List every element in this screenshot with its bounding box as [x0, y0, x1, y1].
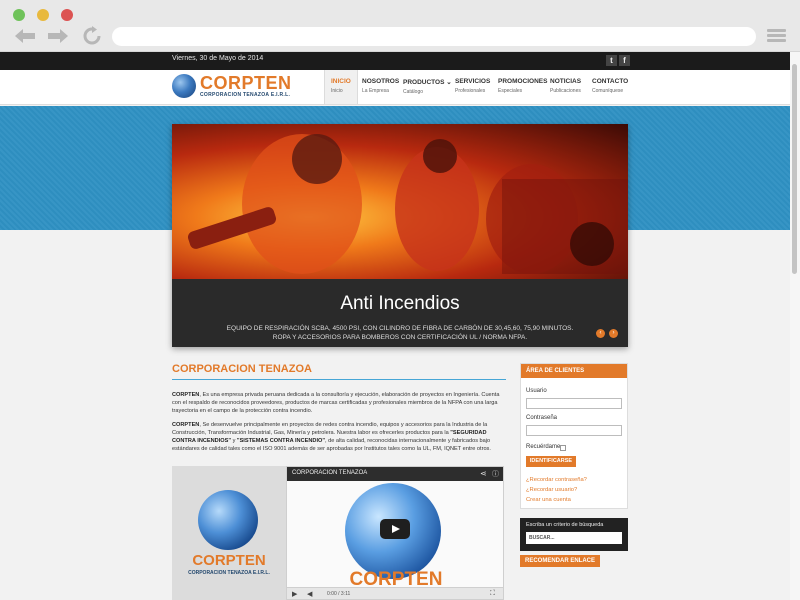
paragraph-text: , Se desenvuelve principalmente en proye…	[172, 422, 488, 436]
nav-label: INICIO	[331, 78, 351, 85]
firefighters-image	[172, 124, 628, 279]
nav-item-servicios[interactable]: SERVICIOS Profesionales	[449, 70, 496, 104]
slide-caption: Anti Incendios EQUIPO DE RESPIRACIÓN SCB…	[172, 279, 628, 347]
address-bar[interactable]	[112, 27, 756, 46]
nav-label: CONTACTO	[592, 78, 629, 85]
nav-item-inicio[interactable]: INICIO Inicio	[324, 70, 358, 104]
recommend-link-button[interactable]: RECOMENDAR ENLACE	[520, 555, 600, 567]
scrollbar-thumb[interactable]	[792, 64, 797, 274]
reload-icon[interactable]	[80, 26, 104, 46]
volume-icon[interactable]: ◀	[307, 590, 312, 598]
forgot-username-link[interactable]: ¿Recordar usuario?	[526, 487, 577, 493]
forward-arrow-icon[interactable]	[46, 26, 70, 46]
search-box: Escriba un criterio de búsqueda BUSCAR..…	[520, 518, 628, 551]
intro-paragraph-1: CORPTEN, Es una empresa privada peruana …	[172, 391, 506, 415]
fullscreen-icon[interactable]: ⛶	[490, 590, 495, 598]
intro-paragraph-2: CORPTEN, Se desenvuelve principalmente e…	[172, 421, 506, 453]
nav-label: PRODUCTOS ⌄	[403, 78, 452, 86]
window-maximize-dot[interactable]	[13, 9, 25, 21]
twitter-icon[interactable]: t	[606, 55, 617, 66]
username-input[interactable]	[526, 398, 622, 409]
slide-desc-line-1: EQUIPO DE RESPIRACIÓN SCBA, 4500 PSI, CO…	[226, 325, 574, 332]
hamburger-menu-icon[interactable]	[767, 29, 786, 43]
media-brand-subtitle: CORPORACION TENAZOA E.I.R.L.	[188, 570, 270, 576]
search-label: Escriba un criterio de búsqueda	[526, 522, 604, 528]
globe-icon	[198, 490, 258, 550]
nav-sublabel: Comuníquese	[592, 88, 624, 94]
nav-sublabel: La Empresa	[362, 88, 389, 94]
logo-text[interactable]: CORPTEN	[200, 73, 292, 94]
slide-title: Anti Incendios	[340, 293, 460, 314]
company-logo-panel: CORPTEN CORPORACION TENAZOA E.I.R.L.	[172, 466, 286, 600]
video-time: 0:00 / 3:11	[327, 591, 351, 597]
highlight-text: "SISTEMAS CONTRA INCENDIO"	[236, 438, 325, 444]
play-control-icon[interactable]: ▶	[292, 590, 297, 598]
date-text: Viernes, 30 de Mayo de 2014	[172, 55, 264, 62]
client-area-title: ÁREA DE CLIENTES	[521, 364, 627, 378]
play-button[interactable]	[380, 519, 410, 539]
nav-label: PROMOCIONES	[498, 78, 548, 85]
paragraph-text: , Es una empresa privada peruana dedicad…	[172, 392, 500, 414]
nav-item-contacto[interactable]: CONTACTO Comuníquese	[586, 70, 634, 104]
brand-name: CORPTEN	[172, 422, 200, 428]
video-controls[interactable]: ▶ ◀ 0:00 / 3:11 ⛶	[287, 587, 503, 599]
info-icon[interactable]: ⓘ	[492, 469, 499, 479]
password-input[interactable]	[526, 425, 622, 436]
website: Viernes, 30 de Mayo de 2014 t f CORPTEN …	[0, 52, 790, 600]
username-label: Usuario	[526, 388, 547, 394]
share-icon[interactable]: ⋖	[480, 469, 487, 478]
nav-sublabel: Profesionales	[455, 88, 486, 94]
nav-label: NOTICIAS	[550, 78, 582, 85]
nav-label-text: PRODUCTOS	[403, 79, 445, 86]
forgot-password-link[interactable]: ¿Recordar contraseña?	[526, 477, 587, 483]
hero-slider[interactable]: Anti Incendios EQUIPO DE RESPIRACIÓN SCB…	[172, 124, 628, 347]
window-close-dot[interactable]	[61, 9, 73, 21]
nav-sublabel: Publicaciones	[550, 88, 581, 94]
video-title: CORPORACION TENAZOA	[292, 470, 368, 476]
create-account-link[interactable]: Crear una cuenta	[526, 497, 571, 503]
title-divider	[172, 379, 506, 380]
back-arrow-icon[interactable]	[13, 26, 37, 46]
slide-desc-line-2: ROPA Y ACCESORIOS PARA BOMBEROS CON CERT…	[272, 334, 528, 341]
logo-subtitle: CORPORACION TENAZOA E.I.R.L.	[200, 92, 291, 98]
browser-chrome	[0, 0, 800, 52]
remember-label: Recuérdame	[526, 444, 561, 450]
search-input[interactable]: BUSCAR...	[526, 532, 622, 544]
slider-next-button[interactable]: ›	[609, 329, 618, 338]
logo-globe-icon[interactable]	[172, 74, 196, 98]
window-minimize-dot[interactable]	[37, 9, 49, 21]
video-player[interactable]: CORPORACION TENAZOA ⋖ ⓘ CORPTEN ▶ ◀ 0:00…	[286, 466, 504, 600]
video-title-bar: CORPORACION TENAZOA ⋖ ⓘ	[287, 467, 503, 481]
site-header: CORPTEN CORPORACION TENAZOA E.I.R.L. INI…	[0, 70, 790, 105]
media-brand-text: CORPTEN	[192, 552, 266, 569]
nav-sublabel: Inicio	[331, 88, 343, 94]
slide-description: EQUIPO DE RESPIRACIÓN SCBA, 4500 PSI, CO…	[222, 324, 578, 342]
login-button[interactable]: IDENTIFICARSE	[526, 456, 576, 467]
scrollbar[interactable]	[790, 52, 800, 600]
section-title: CORPORACION TENAZOA	[172, 363, 312, 375]
remember-checkbox[interactable]	[560, 445, 566, 451]
nav-sublabel: Especiales	[498, 88, 523, 94]
nav-label: SERVICIOS	[455, 78, 491, 85]
facebook-icon[interactable]: f	[619, 55, 630, 66]
nav-item-noticias[interactable]: NOTICIAS Publicaciones	[544, 70, 587, 104]
password-label: Contraseña	[526, 415, 558, 421]
slider-prev-button[interactable]: ‹	[596, 329, 605, 338]
brand-name: CORPTEN	[172, 392, 200, 398]
top-bar: Viernes, 30 de Mayo de 2014 t f	[0, 52, 790, 70]
nav-label: NOSOTROS	[362, 78, 400, 85]
nav-sublabel: Catálogo	[403, 89, 424, 95]
